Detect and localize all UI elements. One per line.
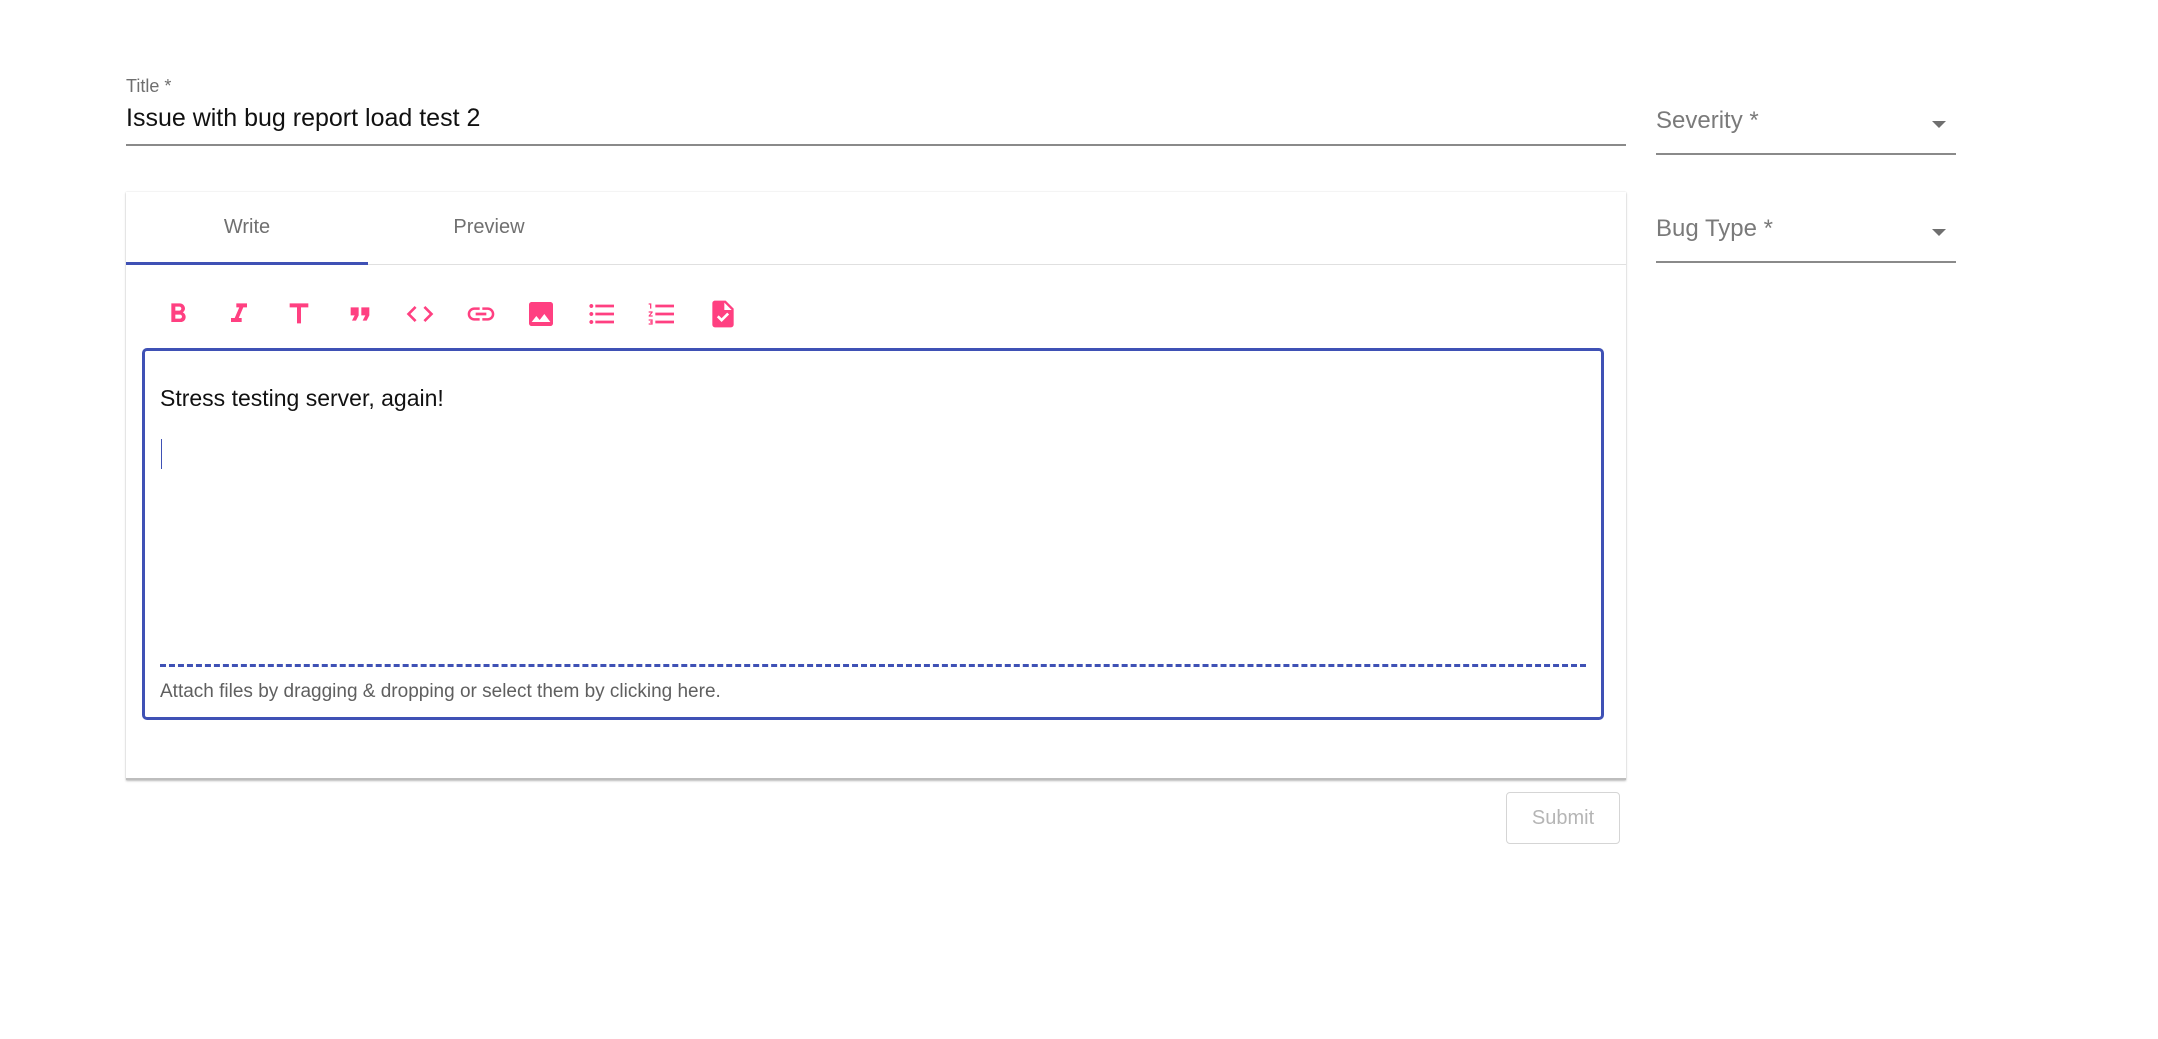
- editor-body-text: Stress testing server, again!: [160, 385, 444, 411]
- severity-label: Severity *: [1656, 107, 1759, 134]
- bug-type-select[interactable]: Bug Type *: [1656, 215, 1956, 263]
- editor-toolbar: [156, 292, 761, 336]
- ordered-list-icon[interactable]: [640, 292, 684, 336]
- header-icon[interactable]: [277, 292, 321, 336]
- unordered-list-icon[interactable]: [580, 292, 624, 336]
- text-caret: [161, 439, 162, 469]
- italic-icon[interactable]: [217, 292, 261, 336]
- link-icon[interactable]: [459, 292, 503, 336]
- quote-icon[interactable]: [338, 292, 382, 336]
- title-label: Title *: [126, 76, 172, 96]
- severity-select[interactable]: Severity *: [1656, 107, 1956, 155]
- attach-files-link[interactable]: Attach files by dragging & dropping or s…: [160, 681, 721, 703]
- bold-icon[interactable]: [156, 292, 200, 336]
- title-input[interactable]: [126, 104, 1626, 133]
- code-icon[interactable]: [398, 292, 442, 336]
- submit-button[interactable]: Submit: [1506, 792, 1620, 844]
- editor-tabs: Write Preview: [126, 192, 1626, 265]
- title-field[interactable]: Title *: [126, 72, 1626, 146]
- chevron-down-icon: [1932, 121, 1946, 128]
- bug-type-label: Bug Type *: [1656, 215, 1773, 242]
- tab-write[interactable]: Write: [126, 192, 368, 265]
- editor-card: Write Preview Stress testing server, aga…: [126, 192, 1626, 780]
- image-icon[interactable]: [519, 292, 563, 336]
- attach-divider: [160, 664, 1586, 667]
- chevron-down-icon: [1932, 229, 1946, 236]
- checked-list-icon[interactable]: [701, 292, 745, 336]
- editor-textarea[interactable]: Stress testing server, again! Attach fil…: [142, 348, 1604, 720]
- tab-preview[interactable]: Preview: [368, 192, 610, 262]
